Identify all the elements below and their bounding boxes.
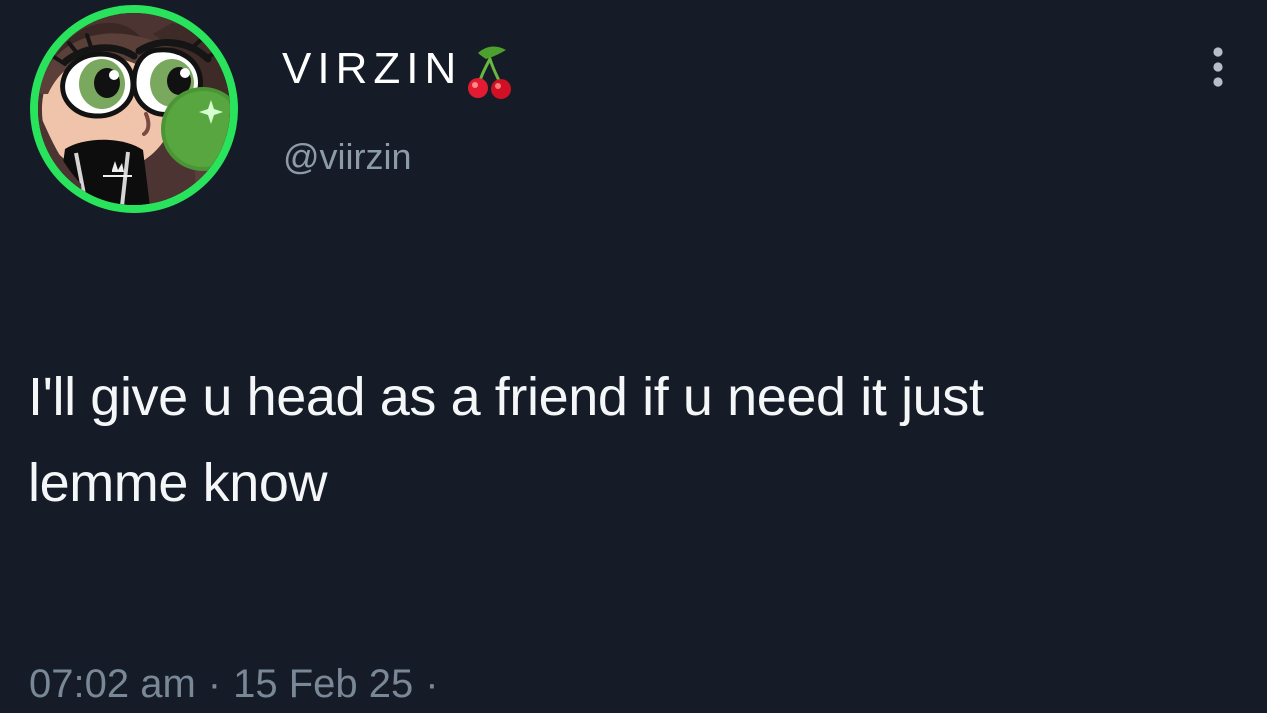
tweet-text-line: I'll give u head as a friend if u need i… — [28, 367, 984, 427]
meta-separator: · — [207, 662, 222, 706]
tweet-time[interactable]: 07:02 am — [29, 658, 196, 710]
display-name: VIRZIN — [282, 44, 463, 93]
avatar[interactable] — [26, 3, 242, 215]
tweet-text-line: lemme know — [28, 453, 328, 513]
tweet-date[interactable]: 15 Feb 25 — [233, 658, 413, 710]
tweet-card: VIRZIN @viirzin I'll give u head as a fr… — [0, 0, 1267, 713]
username-handle[interactable]: @viirzin — [283, 135, 412, 179]
tweet-text: I'll give u head as a friend if u need i… — [28, 354, 1233, 526]
tweet-meta: 07:02 am · 15 Feb 25 · — [29, 658, 451, 710]
cherry-icon — [468, 46, 512, 99]
more-vertical-icon — [1213, 47, 1223, 87]
meta-separator-trailing: · — [425, 662, 439, 706]
display-name-row[interactable]: VIRZIN — [282, 39, 514, 99]
more-options-button[interactable] — [1196, 40, 1240, 94]
